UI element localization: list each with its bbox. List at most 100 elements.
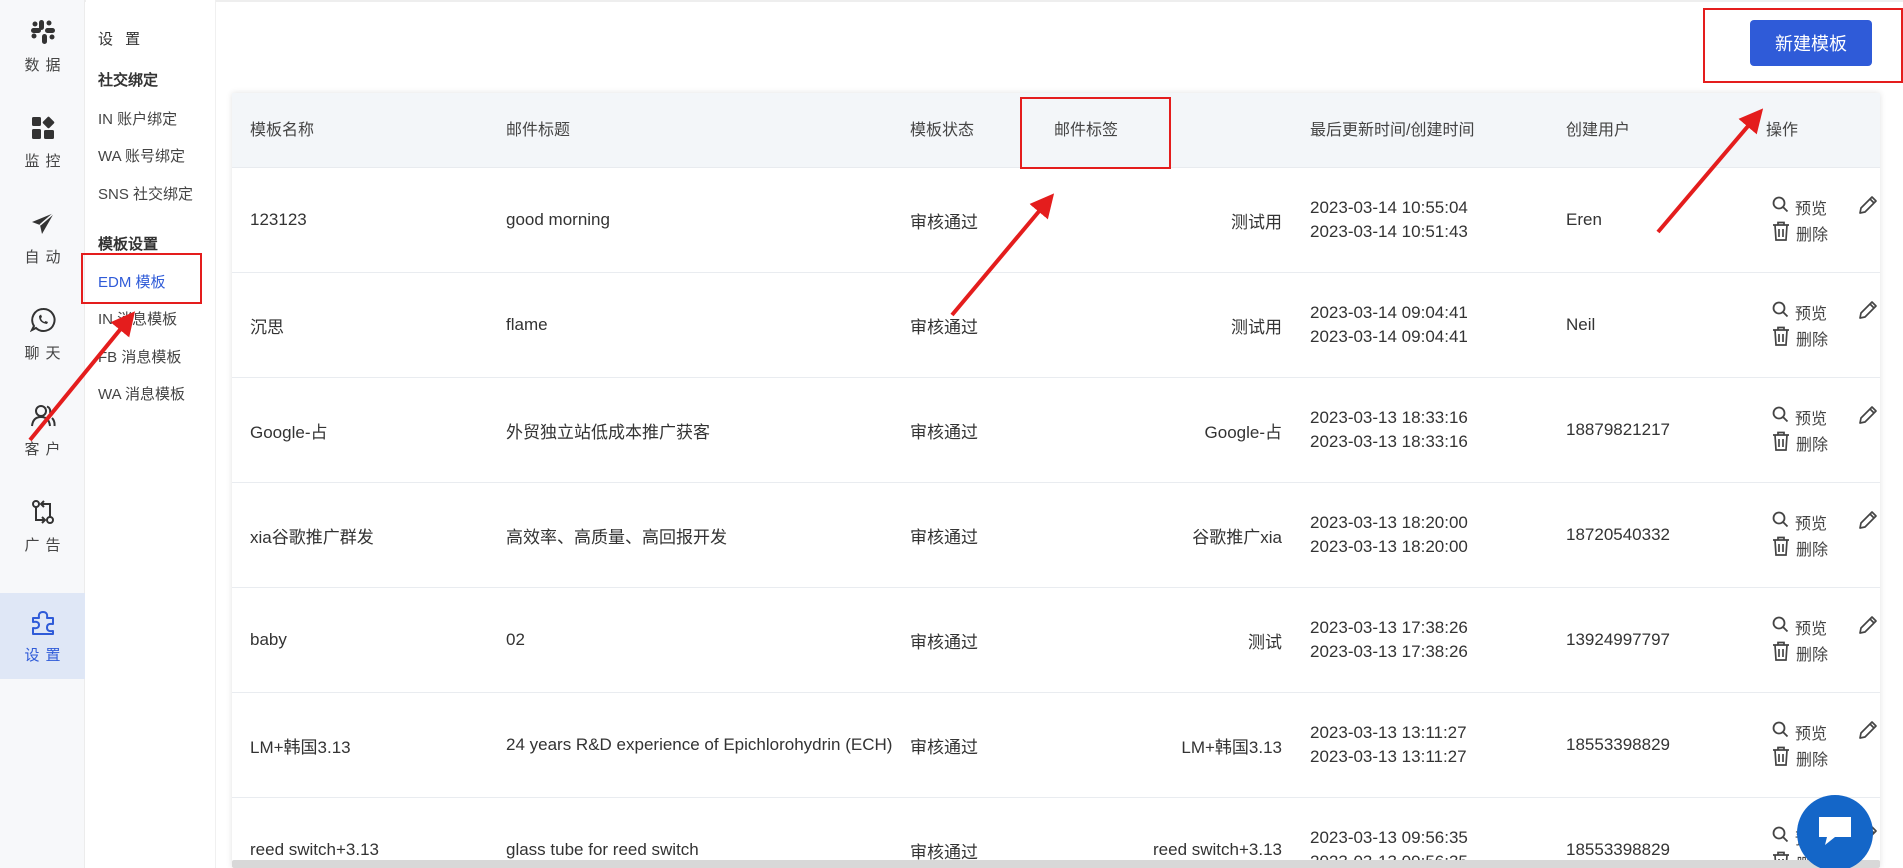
preview-label: 预览	[1795, 516, 1828, 533]
slack-grid-icon	[29, 18, 57, 46]
rail-item-settings[interactable]: 设置	[0, 593, 85, 679]
template-name: Google-占	[250, 422, 328, 442]
submenu-item-sns-account[interactable]: SNS 社交绑定	[98, 183, 193, 204]
top-border	[0, 0, 1903, 2]
submenu-item-edm-template[interactable]: EDM 模板	[98, 271, 166, 292]
paper-plane-icon	[29, 210, 57, 238]
template-status: 审核通过	[910, 842, 978, 862]
table-row: xia谷歌推广群发 高效率、高质量、高回报开发 审核通过 谷歌推广xia 2023-03…	[232, 483, 1880, 588]
submenu-item-wa-template[interactable]: WA 消息模板	[98, 383, 185, 404]
preview-button[interactable]: 预览	[1772, 299, 1828, 325]
template-name: reed switch+3.13	[250, 840, 379, 859]
search-icon	[1772, 721, 1789, 743]
horizontal-scrollbar[interactable]	[232, 860, 1880, 868]
template-status: 审核通过	[910, 527, 978, 547]
template-table: 模板名称 邮件标题 模板状态 邮件标签 最后更新时间/创建时间 创建用户 操作 …	[232, 93, 1880, 868]
email-tag: LM+韩国3.13	[1181, 737, 1282, 757]
puzzle-icon	[29, 608, 57, 636]
search-icon	[1772, 511, 1789, 533]
creator-user: Eren	[1566, 210, 1602, 229]
trash-icon	[1772, 746, 1790, 771]
template-status: 审核通过	[910, 737, 978, 757]
email-tag: 测试用	[1231, 212, 1282, 232]
search-icon	[1772, 406, 1789, 428]
table-header: 模板名称 邮件标题 模板状态 邮件标签 最后更新时间/创建时间 创建用户 操作	[232, 93, 1880, 168]
column-header-subject: 邮件标题	[506, 122, 571, 139]
updated-time: 2023-03-13 18:33:16	[1310, 408, 1468, 427]
email-subject: 高效率、高质量、高回报开发	[506, 527, 727, 547]
row-actions: 预览删除	[1772, 614, 1828, 666]
rail-item-data[interactable]: 数据	[0, 3, 85, 89]
preview-button[interactable]: 预览	[1772, 614, 1828, 640]
template-name: baby	[250, 630, 287, 649]
email-tag: 测试	[1248, 632, 1282, 652]
rail-item-ads[interactable]: 广告	[0, 483, 85, 569]
rail-item-auto[interactable]: 自动	[0, 195, 85, 281]
row-actions: 预览删除	[1772, 194, 1828, 246]
rail-item-chat[interactable]: 聊天	[0, 291, 85, 377]
template-name: 123123	[250, 210, 307, 229]
rail-item-customer[interactable]: 客户	[0, 387, 85, 473]
delete-button[interactable]: 删除	[1772, 220, 1828, 246]
trash-icon	[1772, 431, 1790, 456]
timestamps: 2023-03-13 13:11:27 2023-03-13 13:11:27	[1310, 721, 1467, 769]
submenu-item-wa-account[interactable]: WA 账号绑定	[98, 145, 185, 166]
delete-button[interactable]: 删除	[1772, 535, 1828, 561]
edit-pencil-icon[interactable]	[1857, 509, 1879, 536]
created-time: 2023-03-13 13:11:27	[1310, 747, 1467, 766]
updated-time: 2023-03-13 17:38:26	[1310, 618, 1468, 637]
email-subject: 02	[506, 630, 525, 649]
preview-button[interactable]: 预览	[1772, 719, 1828, 745]
delete-button[interactable]: 删除	[1772, 325, 1828, 351]
email-subject: flame	[506, 315, 548, 334]
preview-button[interactable]: 预览	[1772, 509, 1828, 535]
submenu-group-templates: 模板设置	[98, 236, 159, 253]
submenu-item-in-account[interactable]: IN 账户绑定	[98, 108, 177, 129]
preview-label: 预览	[1795, 411, 1828, 428]
preview-button[interactable]: 预览	[1772, 194, 1828, 220]
template-name: 沉思	[250, 317, 284, 337]
email-subject: good morning	[506, 210, 610, 229]
updated-time: 2023-03-14 09:04:41	[1310, 303, 1468, 322]
table-row: Google-占 外贸独立站低成本推广获客 审核通过 Google-占 2023-03-…	[232, 378, 1880, 483]
delete-button[interactable]: 删除	[1772, 430, 1828, 456]
updated-time: 2023-03-13 18:20:00	[1310, 513, 1468, 532]
table-row: 沉思 flame 审核通过 测试用 2023-03-14 09:04:41 2023-03…	[232, 273, 1880, 378]
creator-user: 18553398829	[1566, 840, 1671, 859]
delete-label: 删除	[1796, 647, 1829, 664]
edit-pencil-icon[interactable]	[1857, 404, 1879, 431]
edit-pencil-icon[interactable]	[1857, 194, 1879, 221]
creator-user: 18720540332	[1566, 525, 1671, 544]
creator-user: 13924997797	[1566, 630, 1671, 649]
email-tag: reed switch+3.13	[1153, 840, 1282, 859]
submenu-item-fb-template[interactable]: FB 消息模板	[98, 346, 181, 367]
email-tag: 谷歌推广xia	[1192, 527, 1282, 547]
timestamps: 2023-03-13 18:20:00 2023-03-13 18:20:00	[1310, 511, 1468, 559]
table-row: 123123 good morning 审核通过 测试用 2023-03-14 10:5…	[232, 168, 1880, 273]
edit-pencil-icon[interactable]	[1857, 719, 1879, 746]
trash-icon	[1772, 536, 1790, 561]
creator-user: Neil	[1566, 315, 1596, 334]
updated-time: 2023-03-13 09:56:35	[1310, 828, 1468, 847]
delete-label: 删除	[1796, 227, 1829, 244]
edit-pencil-icon[interactable]	[1857, 614, 1879, 641]
delete-button[interactable]: 删除	[1772, 745, 1828, 771]
delete-label: 删除	[1796, 332, 1829, 349]
template-name: xia谷歌推广群发	[250, 527, 374, 547]
submenu-group-social: 社交绑定	[98, 72, 159, 89]
creator-user: 18553398829	[1566, 735, 1671, 754]
delete-button[interactable]: 删除	[1772, 640, 1828, 666]
chat-support-button[interactable]	[1797, 795, 1873, 868]
search-icon	[1772, 826, 1789, 848]
email-subject: glass tube for reed switch	[506, 840, 699, 859]
rail-item-monitor[interactable]: 监控	[0, 99, 85, 185]
submenu-item-in-template[interactable]: IN 消息模板	[98, 308, 177, 329]
row-actions: 预览删除	[1772, 299, 1828, 351]
column-header-user: 创建用户	[1566, 122, 1631, 139]
search-icon	[1772, 616, 1789, 638]
delete-label: 删除	[1796, 542, 1829, 559]
edit-pencil-icon[interactable]	[1857, 299, 1879, 326]
preview-button[interactable]: 预览	[1772, 404, 1828, 430]
new-template-button[interactable]: 新建模板	[1750, 20, 1872, 66]
template-status: 审核通过	[910, 212, 978, 232]
